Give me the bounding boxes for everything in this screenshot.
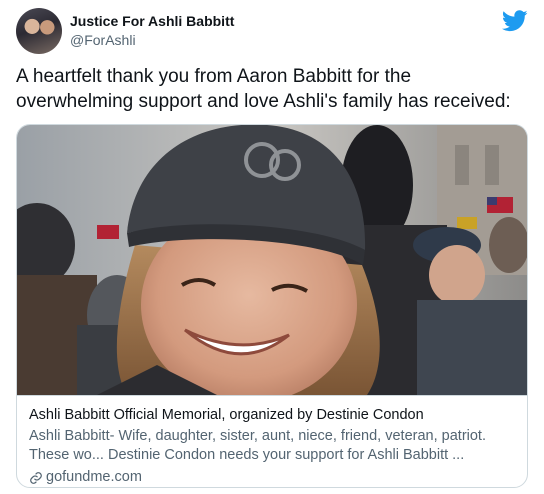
card-body: Ashli Babbitt Official Memorial, organiz… [17,395,527,487]
twitter-bird-icon[interactable] [502,10,528,32]
tweet-text: A heartfelt thank you from Aaron Babbitt… [16,66,511,112]
card-description: Ashli Babbitt- Wife, daughter, sister, a… [29,428,486,463]
tweet: Justice For Ashli Babbitt @ForAshli A he… [0,0,544,494]
author-display-name[interactable]: Justice For Ashli Babbitt [70,12,234,30]
card-domain[interactable]: gofundme.com [46,468,142,487]
author-handle[interactable]: @ForAshli [70,31,136,49]
tweet-header: Justice For Ashli Babbitt @ForAshli [16,8,528,54]
card-domain-row[interactable]: gofundme.com [29,468,517,487]
author-avatar[interactable] [16,8,62,54]
link-card[interactable]: Ashli Babbitt Official Memorial, organiz… [16,124,528,488]
card-title[interactable]: Ashli Babbitt Official Memorial, organiz… [29,406,517,425]
link-icon [30,471,42,484]
memorial-photo[interactable] [17,125,528,395]
